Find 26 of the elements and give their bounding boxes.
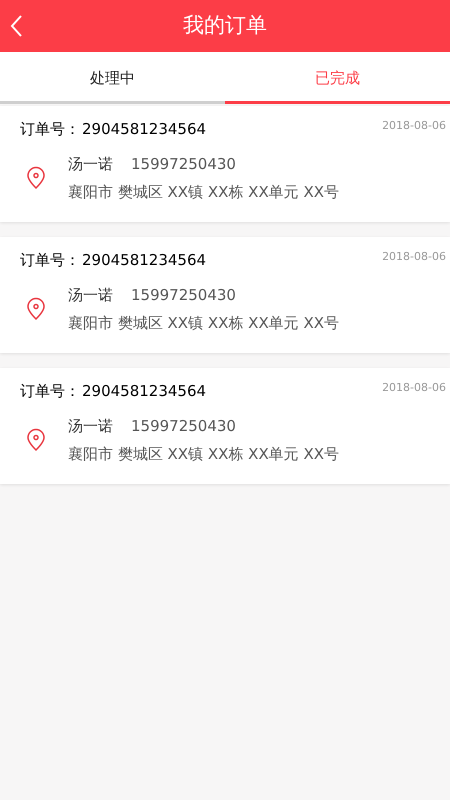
contact-name: 汤一诺: [68, 416, 113, 436]
order-date: 2018-08-06: [382, 118, 446, 134]
page-title: 我的订单: [183, 12, 267, 40]
order-date: 2018-08-06: [382, 380, 446, 396]
contact-phone: 15997250430: [131, 416, 236, 436]
contact-name: 汤一诺: [68, 284, 113, 306]
contact-phone: 15997250430: [131, 284, 236, 306]
order-label: 订单号：: [20, 119, 80, 140]
location-pin-icon: [26, 428, 46, 452]
order-card[interactable]: 订单号：2904581234564 2018-08-06 汤一诺 15997250430 襄阳市 樊城区 XX镇 XX栋 XX单元 XX号: [0, 237, 450, 353]
address-text: 襄阳市 樊城区 XX镇 XX栋 XX单元 XX号: [68, 313, 340, 334]
order-number: 2904581234564: [82, 119, 206, 140]
contact-phone: 15997250430: [131, 154, 236, 174]
contact-name: 汤一诺: [68, 154, 113, 174]
order-date: 2018-08-06: [382, 249, 446, 265]
order-label: 订单号：: [20, 250, 80, 271]
back-icon: [9, 14, 23, 38]
order-number: 2904581234564: [82, 250, 206, 271]
address-text: 襄阳市 樊城区 XX镇 XX栋 XX单元 XX号: [68, 182, 340, 203]
order-number: 2904581234564: [82, 381, 206, 402]
location-pin-icon: [26, 297, 46, 321]
order-card[interactable]: 订单号：2904581234564 2018-08-06 汤一诺 15997250430 襄阳市 樊城区 XX镇 XX栋 XX单元 XX号: [0, 368, 450, 484]
location-pin-icon: [26, 166, 46, 190]
order-card[interactable]: 订单号：2904581234564 2018-08-06 汤一诺 15997250430 襄阳市 樊城区 XX镇 XX栋 XX单元 XX号: [0, 106, 450, 222]
address-text: 襄阳市 樊城区 XX镇 XX栋 XX单元 XX号: [68, 444, 340, 465]
order-label: 订单号：: [20, 381, 80, 402]
